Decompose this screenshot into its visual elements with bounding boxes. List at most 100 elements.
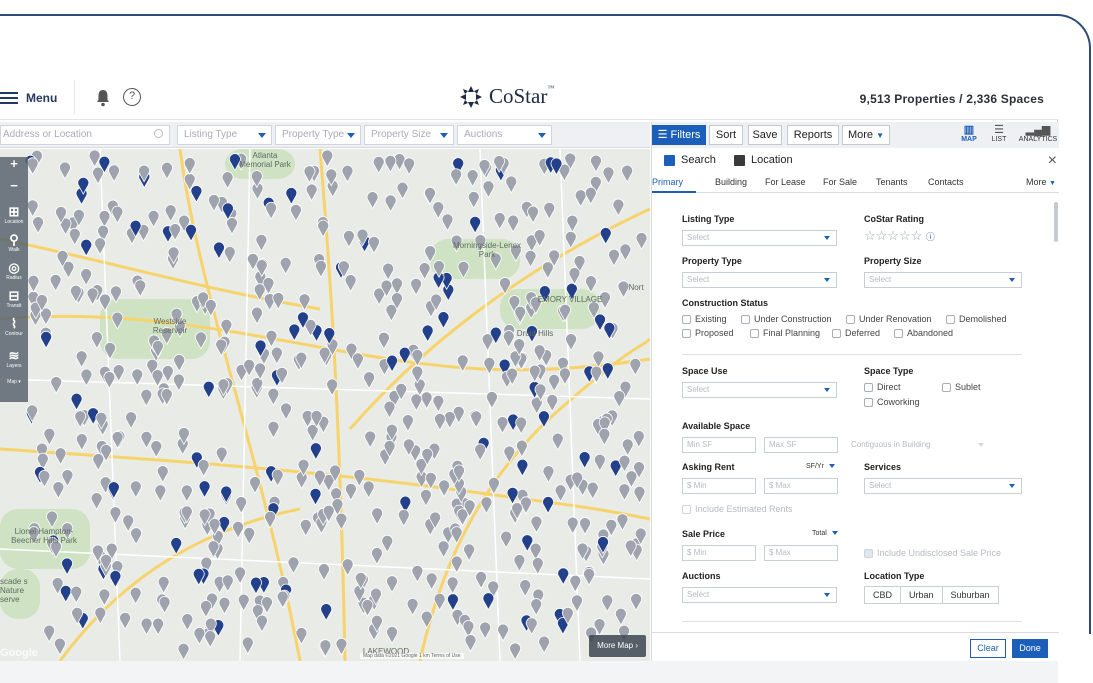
- property-pin[interactable]: [383, 400, 396, 419]
- property-pin[interactable]: [318, 563, 330, 582]
- property-pin[interactable]: [474, 443, 487, 462]
- property-type-dropdown[interactable]: Select: [682, 272, 837, 288]
- property-pin[interactable]: [410, 393, 423, 412]
- property-pin[interactable]: [463, 543, 475, 562]
- checkbox-deferred[interactable]: Deferred: [832, 328, 880, 338]
- property-pin[interactable]: [583, 568, 595, 587]
- property-pin[interactable]: [147, 209, 160, 228]
- property-pin[interactable]: [154, 484, 167, 503]
- property-pin[interactable]: [220, 318, 233, 337]
- property-pin-highlighted[interactable]: [190, 185, 203, 204]
- property-pin[interactable]: [590, 154, 602, 173]
- property-pin[interactable]: [75, 350, 88, 369]
- property-pin[interactable]: [410, 277, 422, 296]
- bell-icon[interactable]: [95, 89, 111, 107]
- property-pin[interactable]: [493, 212, 506, 231]
- property-pin[interactable]: [50, 376, 63, 395]
- property-pin[interactable]: [90, 492, 103, 511]
- property-pin[interactable]: [70, 585, 83, 604]
- checkbox-under-construction[interactable]: Under Construction: [741, 314, 832, 324]
- property-pin[interactable]: [397, 508, 410, 528]
- property-pin[interactable]: [391, 277, 403, 296]
- property-pin[interactable]: [480, 496, 493, 515]
- sort-button[interactable]: Sort: [709, 125, 743, 145]
- property-pin[interactable]: [505, 175, 518, 194]
- property-pin[interactable]: [525, 617, 538, 636]
- property-pin[interactable]: [632, 430, 645, 449]
- property-pin[interactable]: [276, 590, 289, 609]
- contiguous-in-building-dropdown[interactable]: Contiguous in Building: [846, 437, 991, 453]
- property-pin[interactable]: [98, 588, 111, 607]
- property-pin[interactable]: [564, 230, 577, 249]
- property-pin[interactable]: [612, 198, 625, 217]
- map-attribution[interactable]: Map data ©2021 Google 1 km Terms of Use: [360, 653, 464, 659]
- sale-max-input[interactable]: $ Max: [764, 545, 838, 561]
- property-pin[interactable]: [542, 465, 555, 484]
- property-pin[interactable]: [204, 630, 217, 649]
- property-pin[interactable]: [61, 469, 74, 488]
- property-pin[interactable]: [43, 624, 56, 643]
- property-pin[interactable]: [384, 194, 397, 213]
- property-pin[interactable]: [464, 634, 477, 653]
- property-pin[interactable]: [500, 530, 513, 549]
- property-pin[interactable]: [364, 430, 377, 449]
- property-pin[interactable]: [554, 484, 567, 503]
- property-pin[interactable]: [108, 164, 120, 183]
- property-pin-highlighted[interactable]: [285, 187, 298, 206]
- property-pin[interactable]: [265, 329, 278, 348]
- property-pin[interactable]: [344, 274, 357, 293]
- property-pin[interactable]: [290, 203, 302, 222]
- listing-type-select[interactable]: Listing Type: [177, 125, 272, 145]
- property-pin[interactable]: [54, 447, 67, 466]
- property-pin[interactable]: [111, 431, 124, 450]
- tab-for-lease[interactable]: For Lease: [765, 177, 806, 187]
- property-pin[interactable]: [601, 594, 614, 613]
- property-pin[interactable]: [482, 180, 495, 199]
- property-pin[interactable]: [59, 161, 71, 180]
- property-pin[interactable]: [80, 368, 93, 387]
- checkbox-under-renovation[interactable]: Under Renovation: [846, 314, 932, 324]
- property-pin[interactable]: [319, 639, 332, 658]
- property-pin[interactable]: [424, 186, 436, 205]
- property-pin-highlighted[interactable]: [220, 485, 233, 504]
- property-pin[interactable]: [255, 233, 268, 252]
- property-pin[interactable]: [49, 273, 62, 292]
- property-pin[interactable]: [402, 414, 414, 433]
- property-pin[interactable]: [223, 245, 236, 264]
- done-button[interactable]: Done: [1012, 639, 1048, 658]
- property-pin-highlighted[interactable]: [482, 592, 495, 611]
- property-pin[interactable]: [237, 593, 250, 612]
- property-pin[interactable]: [619, 243, 632, 262]
- property-pin[interactable]: [574, 189, 587, 208]
- property-pin[interactable]: [515, 439, 528, 458]
- property-pin[interactable]: [267, 387, 280, 406]
- property-pin[interactable]: [341, 164, 354, 183]
- checkbox-sublet[interactable]: Sublet: [942, 382, 981, 392]
- property-pin[interactable]: [527, 205, 539, 224]
- location-type-cbd[interactable]: CBD: [865, 587, 902, 603]
- property-pin[interactable]: [541, 261, 554, 280]
- property-pin[interactable]: [279, 256, 292, 275]
- checkbox-include-undisclosed-sale-price[interactable]: Include Undisclosed Sale Price: [864, 548, 1001, 558]
- property-pin[interactable]: [635, 232, 648, 251]
- panel-scrollbar[interactable]: [1054, 202, 1058, 242]
- clear-button[interactable]: Clear: [970, 639, 1006, 658]
- property-pin[interactable]: [568, 267, 581, 286]
- property-pin[interactable]: [586, 481, 599, 500]
- property-pin[interactable]: [88, 149, 101, 168]
- property-pin[interactable]: [130, 527, 142, 546]
- sale-unit-select[interactable]: Total: [812, 530, 838, 537]
- location-type-urban[interactable]: Urban: [901, 587, 943, 603]
- property-pin[interactable]: [420, 488, 432, 507]
- property-pin[interactable]: [280, 402, 292, 421]
- checkbox-direct[interactable]: Direct: [864, 382, 901, 392]
- property-pin[interactable]: [613, 390, 626, 409]
- property-pin[interactable]: [519, 579, 532, 598]
- property-pin[interactable]: [272, 292, 285, 311]
- property-pin[interactable]: [366, 191, 379, 210]
- property-pin[interactable]: [256, 614, 268, 633]
- property-pin[interactable]: [466, 169, 479, 188]
- property-pin[interactable]: [162, 365, 174, 384]
- property-pin[interactable]: [32, 216, 44, 235]
- property-pin[interactable]: [26, 157, 39, 176]
